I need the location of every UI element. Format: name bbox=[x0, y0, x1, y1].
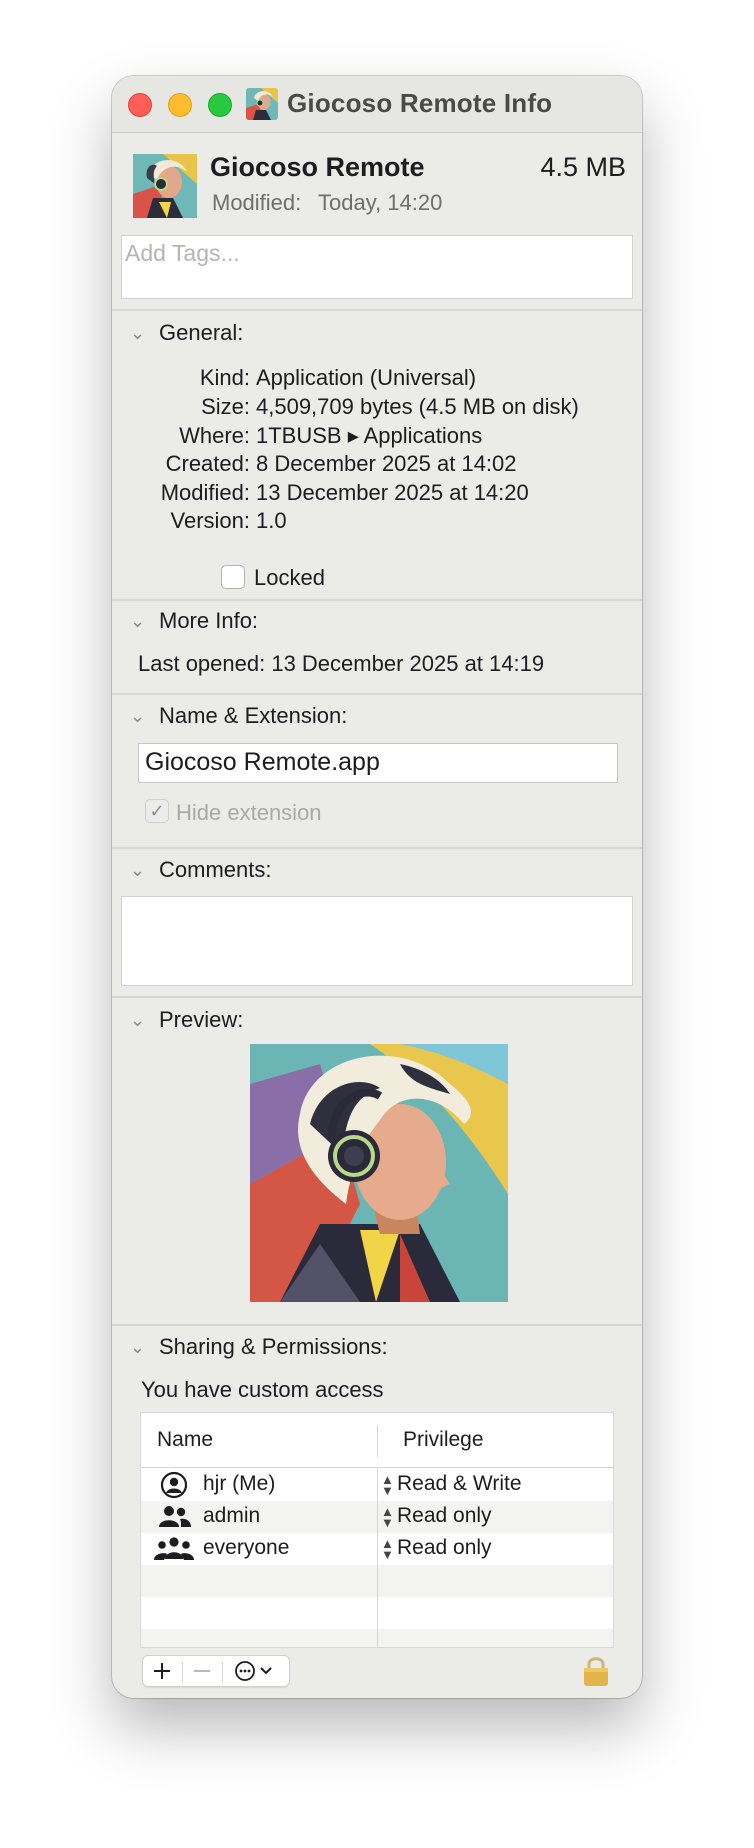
section-name-extension-title: Name & Extension: bbox=[159, 703, 348, 728]
version-value: 1.0 bbox=[256, 508, 287, 533]
title-bar[interactable]: Giocoso Remote Info bbox=[112, 76, 642, 133]
section-sharing-title: Sharing & Permissions: bbox=[159, 1334, 388, 1359]
chevron-down-icon: ⌄ bbox=[130, 859, 146, 880]
locked-label: Locked bbox=[254, 565, 325, 590]
divider bbox=[112, 996, 642, 998]
size-value: 4,509,709 bytes (4.5 MB on disk) bbox=[256, 394, 579, 419]
comments-field[interactable] bbox=[121, 896, 633, 986]
section-more-info-title: More Info: bbox=[159, 608, 259, 633]
app-name: Giocoso Remote bbox=[210, 152, 425, 182]
column-name[interactable]: Name bbox=[157, 1428, 213, 1452]
modified-label: Modified: bbox=[212, 190, 302, 215]
group-icon bbox=[153, 1503, 195, 1531]
where-label: Where: bbox=[179, 423, 250, 448]
kind-value: Application (Universal) bbox=[256, 365, 477, 390]
everyone-icon bbox=[153, 1535, 195, 1563]
kind-label: Kind: bbox=[199, 365, 250, 390]
where-value[interactable]: 1TBUSB ▸ Applications bbox=[256, 423, 482, 449]
chevron-down-icon: ⌄ bbox=[130, 610, 146, 631]
zoom-button[interactable] bbox=[208, 93, 232, 117]
created-label: Created: bbox=[165, 451, 250, 476]
user-icon bbox=[153, 1471, 195, 1499]
column-separator bbox=[377, 1425, 378, 1457]
row-name: hjr (Me) bbox=[203, 1472, 276, 1495]
column-privilege[interactable]: Privilege bbox=[403, 1428, 484, 1452]
permissions-table: Name Privilege hjr (Me) ▲▼ Read & Write bbox=[140, 1412, 614, 1648]
filename-field[interactable]: Giocoso Remote.app bbox=[138, 743, 618, 783]
version-label: Version: bbox=[170, 508, 251, 533]
section-comments-title: Comments: bbox=[159, 857, 272, 882]
section-more-info[interactable]: ⌄ More Info: bbox=[130, 608, 258, 634]
section-general-title: General: bbox=[159, 320, 244, 345]
divider bbox=[112, 309, 642, 311]
section-preview-title: Preview: bbox=[159, 1007, 244, 1032]
app-icon bbox=[133, 154, 197, 218]
minimize-button[interactable] bbox=[168, 93, 192, 117]
updown-icon: ▲ ▼ bbox=[381, 1504, 394, 1530]
chevron-down-icon: ⌄ bbox=[130, 705, 146, 726]
privilege-select[interactable]: Read only bbox=[397, 1504, 492, 1528]
app-title-icon bbox=[246, 88, 278, 120]
privilege-select[interactable]: Read only bbox=[397, 1536, 492, 1560]
locked-checkbox[interactable] bbox=[221, 565, 245, 589]
section-sharing[interactable]: ⌄ Sharing & Permissions: bbox=[130, 1334, 388, 1360]
modified-value: Today, 14:20 bbox=[318, 190, 443, 215]
updown-icon: ▲ ▼ bbox=[381, 1536, 394, 1562]
modified-date-value: 13 December 2025 at 14:20 bbox=[256, 480, 529, 505]
close-button[interactable] bbox=[128, 93, 152, 117]
access-text: You have custom access bbox=[141, 1377, 384, 1402]
section-preview[interactable]: ⌄ Preview: bbox=[130, 1007, 243, 1033]
divider bbox=[112, 1324, 642, 1326]
ellipsis-circle-icon[interactable] bbox=[223, 1656, 289, 1686]
section-name-extension[interactable]: ⌄ Name & Extension: bbox=[130, 703, 347, 729]
last-opened: Last opened: 13 December 2025 at 14:19 bbox=[138, 651, 545, 676]
divider bbox=[112, 847, 642, 849]
hide-extension-label: Hide extension bbox=[176, 800, 322, 825]
permissions-toolbar bbox=[142, 1655, 290, 1687]
column-divider bbox=[377, 1467, 378, 1647]
size-label: Size: bbox=[201, 394, 250, 419]
info-window: Giocoso Remote Info Giocoso Remote 4.5 M… bbox=[112, 76, 642, 1698]
chevron-down-icon: ⌄ bbox=[130, 322, 146, 343]
window-title: Giocoso Remote Info bbox=[287, 88, 553, 118]
modified-date-label: Modified: bbox=[160, 480, 250, 505]
privilege-select[interactable]: Read & Write bbox=[397, 1472, 522, 1496]
preview-image bbox=[250, 1044, 508, 1302]
section-general[interactable]: ⌄ General: bbox=[130, 320, 243, 346]
app-size: 4.5 MB bbox=[540, 152, 626, 182]
hide-extension-checkbox[interactable]: ✓ bbox=[145, 799, 169, 823]
tags-field[interactable]: Add Tags... bbox=[121, 235, 633, 299]
updown-icon: ▲ ▼ bbox=[381, 1472, 394, 1498]
row-name: everyone bbox=[203, 1536, 290, 1559]
minus-icon[interactable] bbox=[183, 1656, 221, 1686]
chevron-down-icon: ⌄ bbox=[130, 1336, 146, 1357]
row-name: admin bbox=[203, 1504, 261, 1527]
divider bbox=[112, 599, 642, 601]
section-comments[interactable]: ⌄ Comments: bbox=[130, 857, 271, 883]
divider bbox=[112, 693, 642, 695]
lock-icon[interactable] bbox=[582, 1654, 610, 1688]
created-value: 8 December 2025 at 14:02 bbox=[256, 451, 517, 476]
plus-icon[interactable] bbox=[143, 1656, 181, 1686]
chevron-down-icon: ⌄ bbox=[130, 1009, 146, 1030]
checkmark-icon: ✓ bbox=[149, 800, 165, 821]
